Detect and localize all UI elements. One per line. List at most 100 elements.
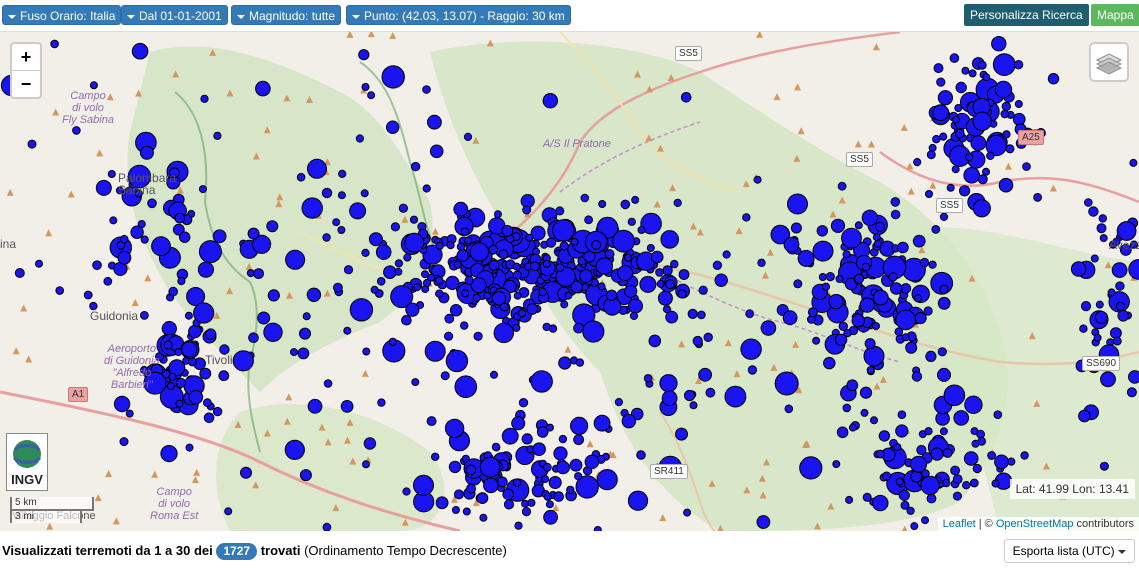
zoom-in-button[interactable]: +: [12, 44, 40, 71]
earthquake-marker[interactable]: [35, 259, 43, 268]
earthquake-marker[interactable]: [596, 469, 618, 491]
earthquake-marker[interactable]: [402, 487, 411, 496]
earthquake-marker[interactable]: [306, 287, 322, 302]
earthquake-marker[interactable]: [818, 273, 827, 281]
earthquake-marker[interactable]: [898, 489, 910, 501]
earthquake-marker[interactable]: [213, 131, 222, 140]
earthquake-marker[interactable]: [453, 201, 469, 217]
earthquake-marker[interactable]: [670, 259, 679, 269]
earthquake-marker[interactable]: [131, 42, 149, 60]
earthquake-marker[interactable]: [1022, 162, 1031, 171]
earthquake-marker[interactable]: [986, 151, 995, 161]
earthquake-marker[interactable]: [895, 477, 904, 486]
earthquake-marker[interactable]: [1098, 214, 1108, 223]
earthquake-marker[interactable]: [338, 169, 347, 178]
earthquake-marker[interactable]: [355, 134, 364, 143]
earthquake-marker[interactable]: [184, 311, 193, 320]
earthquake-marker[interactable]: [961, 66, 970, 75]
earthquake-marker[interactable]: [994, 80, 1013, 99]
earthquake-marker[interactable]: [386, 120, 400, 134]
earthquake-marker[interactable]: [1079, 324, 1088, 333]
earthquake-marker[interactable]: [573, 322, 584, 334]
earthquake-marker[interactable]: [970, 427, 979, 436]
earthquake-marker[interactable]: [569, 458, 583, 472]
earthquake-marker[interactable]: [939, 284, 949, 294]
earthquake-marker[interactable]: [232, 350, 254, 372]
earthquake-marker[interactable]: [928, 143, 937, 152]
date-filter-button[interactable]: Dal 01-01-2001: [121, 5, 228, 25]
earthquake-marker[interactable]: [501, 225, 514, 237]
earthquake-marker[interactable]: [1012, 112, 1026, 126]
earthquake-marker[interactable]: [461, 289, 470, 298]
earthquake-marker[interactable]: [368, 232, 383, 247]
earthquake-marker[interactable]: [683, 508, 692, 517]
earthquake-marker[interactable]: [284, 439, 305, 460]
earthquake-marker[interactable]: [926, 493, 937, 504]
earthquake-marker[interactable]: [660, 230, 680, 249]
layers-control-button[interactable]: [1089, 42, 1129, 82]
earthquake-marker[interactable]: [963, 451, 979, 466]
earthquake-marker[interactable]: [187, 357, 197, 367]
earthquake-marker[interactable]: [333, 282, 343, 293]
earthquake-marker[interactable]: [579, 269, 593, 283]
earthquake-marker[interactable]: [488, 245, 499, 255]
earthquake-marker[interactable]: [493, 210, 502, 219]
earthquake-marker[interactable]: [846, 379, 859, 392]
earthquake-marker[interactable]: [920, 475, 940, 496]
earthquake-marker[interactable]: [548, 324, 558, 333]
earthquake-marker[interactable]: [859, 386, 873, 399]
earthquake-marker[interactable]: [410, 161, 421, 172]
earthquake-marker[interactable]: [555, 206, 565, 216]
earthquake-marker[interactable]: [160, 445, 178, 463]
earthquake-marker[interactable]: [624, 253, 632, 262]
earthquake-marker[interactable]: [698, 367, 712, 382]
earthquake-marker[interactable]: [55, 286, 65, 295]
earthquake-marker[interactable]: [756, 515, 771, 529]
earthquake-marker[interactable]: [1095, 300, 1104, 309]
earthquake-marker[interactable]: [463, 132, 473, 142]
earthquake-marker[interactable]: [174, 212, 186, 224]
earthquake-marker[interactable]: [854, 221, 863, 230]
earthquake-marker[interactable]: [931, 225, 941, 234]
earthquake-marker[interactable]: [413, 283, 422, 292]
earthquake-marker[interactable]: [870, 416, 878, 425]
earthquake-marker[interactable]: [939, 212, 949, 221]
earthquake-marker[interactable]: [321, 187, 333, 199]
earthquake-marker[interactable]: [89, 81, 98, 90]
earthquake-marker[interactable]: [955, 81, 967, 94]
earthquake-marker[interactable]: [595, 257, 613, 275]
earthquake-marker[interactable]: [453, 261, 462, 269]
earthquake-marker[interactable]: [168, 372, 177, 381]
earthquake-marker[interactable]: [297, 347, 310, 360]
earthquake-marker[interactable]: [445, 275, 460, 290]
earthquake-marker[interactable]: [614, 398, 624, 407]
earthquake-marker[interactable]: [566, 485, 575, 495]
earthquake-marker[interactable]: [637, 226, 646, 234]
earthquake-marker[interactable]: [1129, 158, 1138, 167]
earthquake-marker[interactable]: [444, 418, 465, 439]
earthquake-marker[interactable]: [307, 158, 327, 179]
earthquake-marker[interactable]: [629, 311, 639, 320]
earthquake-marker[interactable]: [440, 371, 450, 381]
earthquake-marker[interactable]: [337, 191, 346, 200]
earthquake-marker[interactable]: [621, 413, 637, 429]
earthquake-marker[interactable]: [964, 395, 983, 414]
earthquake-marker[interactable]: [435, 276, 444, 285]
earthquake-marker[interactable]: [912, 234, 926, 248]
earthquake-marker[interactable]: [782, 310, 798, 326]
earthquake-marker[interactable]: [404, 232, 425, 253]
earthquake-marker[interactable]: [924, 427, 933, 436]
earthquake-marker[interactable]: [553, 491, 565, 502]
earthquake-marker[interactable]: [580, 193, 590, 203]
earthquake-marker[interactable]: [560, 300, 569, 309]
earthquake-marker[interactable]: [179, 231, 191, 243]
earthquake-marker[interactable]: [875, 449, 885, 459]
earthquake-marker[interactable]: [546, 237, 557, 248]
earthquake-marker[interactable]: [50, 39, 59, 49]
earthquake-marker[interactable]: [543, 492, 552, 501]
earthquake-marker[interactable]: [476, 492, 489, 505]
earthquake-marker[interactable]: [851, 313, 865, 328]
earthquake-marker[interactable]: [512, 323, 521, 332]
earthquake-marker[interactable]: [92, 260, 102, 270]
earthquake-marker[interactable]: [570, 416, 589, 435]
